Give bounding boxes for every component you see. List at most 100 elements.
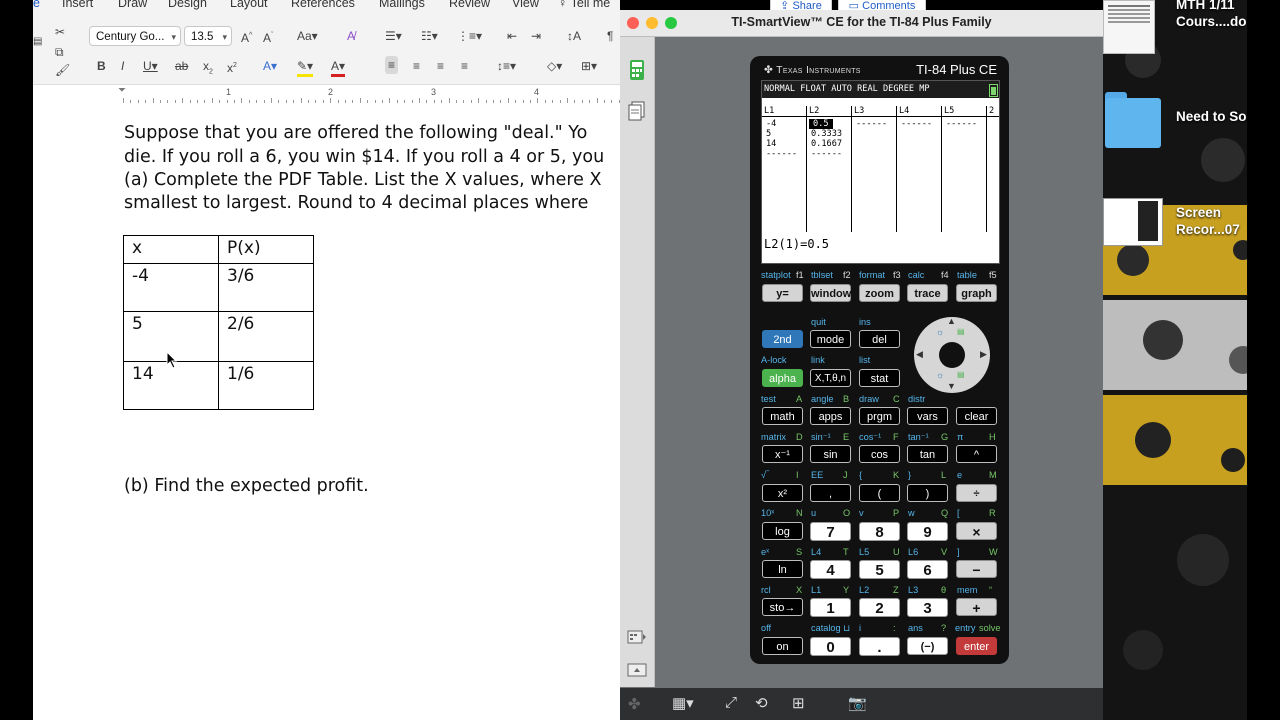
key-right-paren[interactable]: ) <box>907 484 948 502</box>
font-name-dropdown[interactable]: Century Go... ▾ <box>89 26 181 46</box>
indent-marker-icon[interactable]: ⏷ <box>118 85 126 96</box>
key-decimal[interactable]: . <box>859 637 900 656</box>
increase-indent-icon[interactable]: ⇥ <box>531 28 541 44</box>
key-prgm[interactable]: prgm <box>859 407 900 425</box>
key-window[interactable]: window <box>810 284 851 302</box>
key-y-equals[interactable]: y= <box>762 284 803 302</box>
key-1[interactable]: 1 <box>810 598 851 617</box>
key-cos[interactable]: cos <box>859 445 900 463</box>
key-x-squared[interactable]: x² <box>762 484 803 502</box>
shrink-font-icon[interactable]: Aˇ <box>263 28 273 46</box>
key-divide[interactable]: ÷ <box>956 484 997 502</box>
underline-icon[interactable]: U▾ <box>143 58 158 74</box>
key-log[interactable]: log <box>762 522 803 540</box>
justify-icon[interactable]: ≡ <box>461 58 468 74</box>
calculator-view-icon[interactable] <box>629 59 645 81</box>
table-header-x[interactable]: x <box>123 235 219 264</box>
folder-label[interactable]: Need to So <box>1176 108 1247 125</box>
decrease-indent-icon[interactable]: ⇤ <box>507 28 517 44</box>
key-sto[interactable]: sto→ <box>762 598 803 616</box>
key-del[interactable]: del <box>859 330 900 348</box>
key-3[interactable]: 3 <box>907 598 948 617</box>
key-ln[interactable]: ln <box>762 560 803 578</box>
reset-icon[interactable]: ⟲ <box>755 694 768 712</box>
key-on[interactable]: on <box>762 637 803 655</box>
tab-draw[interactable]: Draw <box>118 0 147 10</box>
bold-icon[interactable]: B <box>97 58 106 74</box>
align-right-icon[interactable]: ≡ <box>437 58 444 74</box>
doc-preview-thumbnail[interactable] <box>1103 0 1155 54</box>
document-file-label[interactable]: MTH 1/11 Cours....do <box>1176 0 1247 30</box>
key-history-icon[interactable] <box>627 629 647 645</box>
key-2nd[interactable]: 2nd <box>762 330 803 348</box>
tab-layout[interactable]: Layout <box>230 0 268 10</box>
grow-font-icon[interactable]: A^ <box>241 28 252 46</box>
format-painter-icon[interactable]: 🖌 <box>55 62 70 78</box>
font-size-dropdown[interactable]: 13.5 ▾ <box>184 26 232 46</box>
shading-icon[interactable]: ◇▾ <box>547 58 562 74</box>
highlight-icon[interactable]: ✎▾ <box>297 58 314 77</box>
key-graph[interactable]: graph <box>956 284 997 302</box>
table-cell-x[interactable]: -4 <box>123 263 219 312</box>
key-minus[interactable]: − <box>956 560 997 578</box>
borders-icon[interactable]: ⊞▾ <box>581 58 597 74</box>
line-spacing-icon[interactable]: ↕≡▾ <box>497 58 516 74</box>
multilevel-list-icon[interactable]: ⋮≡▾ <box>457 28 482 44</box>
key-9[interactable]: 9 <box>907 522 948 541</box>
key-6[interactable]: 6 <box>907 560 948 579</box>
ti-titlebar[interactable]: TI-SmartView™ CE for the TI-84 Plus Fami… <box>620 10 1103 37</box>
key-comma[interactable]: , <box>810 484 851 502</box>
sort-icon[interactable]: ↕A <box>567 28 581 44</box>
key-trace[interactable]: trace <box>907 284 948 302</box>
text-effects-icon[interactable]: A▾ <box>263 58 277 74</box>
paste-icon[interactable]: ▤ <box>33 34 42 50</box>
numbering-icon[interactable]: ☷▾ <box>421 28 438 44</box>
key-enter[interactable]: enter <box>956 637 997 655</box>
key-5[interactable]: 5 <box>859 560 900 579</box>
key-multiply[interactable]: × <box>956 522 997 540</box>
table-cell-px[interactable]: 2/6 <box>218 311 314 362</box>
tab-home[interactable]: e <box>33 0 40 10</box>
key-apps[interactable]: apps <box>810 407 851 425</box>
key-vars[interactable]: vars <box>907 407 948 425</box>
key-2[interactable]: 2 <box>859 598 900 617</box>
key-negative[interactable]: (−) <box>907 637 948 655</box>
calculator-model-icon[interactable]: ▦▾ <box>672 694 694 712</box>
key-caret[interactable]: ^ <box>956 445 997 463</box>
screen-recording-label[interactable]: Screen Recor...07 <box>1176 204 1240 238</box>
key-7[interactable]: 7 <box>810 522 851 541</box>
tab-review[interactable]: Review <box>449 0 490 10</box>
font-color-icon[interactable]: A▾ <box>331 58 346 77</box>
key-left-paren[interactable]: ( <box>859 484 900 502</box>
fullscreen-icon[interactable]: ⤢ <box>725 694 737 711</box>
layout-icon[interactable]: ⊞ <box>792 694 805 712</box>
tab-view[interactable]: View <box>512 0 539 10</box>
arrow-right-icon[interactable]: ▶ <box>980 349 987 360</box>
arrow-left-icon[interactable]: ◀ <box>916 349 923 360</box>
clear-formatting-icon[interactable]: A̸ <box>347 28 355 44</box>
key-8[interactable]: 8 <box>859 522 900 541</box>
key-math[interactable]: math <box>762 407 803 425</box>
cut-icon[interactable]: ✂ <box>55 24 65 40</box>
tab-references[interactable]: References <box>291 0 355 10</box>
documents-view-icon[interactable] <box>628 101 646 121</box>
screen-recording-thumbnail[interactable] <box>1103 198 1163 246</box>
key-alpha[interactable]: alpha <box>762 369 803 387</box>
pdf-table[interactable]: x P(x) -4 3/6 5 2/6 14 1/6 <box>123 235 314 410</box>
arrow-pad[interactable]: ▲ ▼ ◀ ▶ ☼ ▤ ☼ ▤ <box>914 316 990 393</box>
screen-capture-panel-icon[interactable] <box>627 662 647 678</box>
subscript-icon[interactable]: x2 <box>203 58 213 80</box>
key-tan[interactable]: tan <box>907 445 948 463</box>
key-0[interactable]: 0 <box>810 637 851 656</box>
pilcrow-icon[interactable]: ¶ <box>607 28 613 44</box>
key-plus[interactable]: + <box>956 598 997 616</box>
key-clear[interactable]: clear <box>956 407 997 425</box>
arrow-up-icon[interactable]: ▲ <box>947 316 956 326</box>
copy-icon[interactable]: ⧉ <box>55 44 64 60</box>
table-header-px[interactable]: P(x) <box>218 235 314 264</box>
tab-mailings[interactable]: Mailings <box>379 0 425 10</box>
strikethrough-icon[interactable]: ab <box>175 58 188 74</box>
tab-design[interactable]: Design <box>168 0 207 10</box>
table-cell-px[interactable]: 3/6 <box>218 263 314 312</box>
tab-insert[interactable]: Insert <box>62 0 93 10</box>
